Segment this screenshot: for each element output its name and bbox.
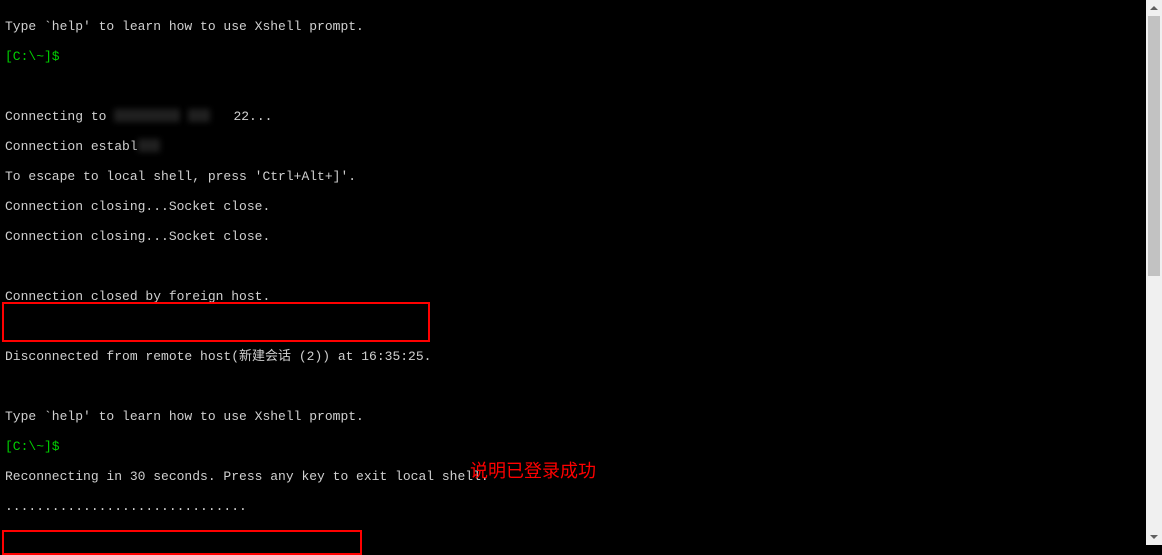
terminal-line: Connection closing...Socket close. <box>5 199 1141 214</box>
terminal-line: Type `help' to learn how to use Xshell p… <box>5 19 1141 34</box>
terminal-line: Connection closing...Socket close. <box>5 229 1141 244</box>
redacted-block <box>114 109 180 122</box>
redacted-block <box>138 139 160 152</box>
blank-line <box>5 319 1141 334</box>
text-fragment: Connecting to <box>5 109 114 124</box>
blank-line <box>5 79 1141 94</box>
vertical-scrollbar[interactable] <box>1146 0 1162 545</box>
text-fragment: Connection establ <box>5 139 138 154</box>
text-fragment: 22... <box>233 109 272 124</box>
chevron-up-icon <box>1150 6 1158 10</box>
annotation-login-success: 说明已登录成功 <box>470 464 596 479</box>
blank-line <box>5 379 1141 394</box>
terminal-line: Connection closed by foreign host. <box>5 289 1141 304</box>
scrollbar-down-button[interactable] <box>1146 529 1162 545</box>
terminal-line: ............................... <box>5 499 1141 514</box>
terminal-line: Disconnected from remote host(新建会话 (2)) … <box>5 349 1141 364</box>
prompt-line: [C:\~]$ <box>5 49 1141 64</box>
terminal-line: Connection establ <box>5 139 1141 154</box>
prompt-line: [C:\~]$ <box>5 439 1141 454</box>
blank-line <box>5 259 1141 274</box>
blank-line <box>5 529 1141 544</box>
terminal-line: Type `help' to learn how to use Xshell p… <box>5 409 1141 424</box>
redacted-block <box>188 109 210 122</box>
terminal-line: Connecting to 22... <box>5 109 1141 124</box>
scrollbar-thumb[interactable] <box>1148 16 1160 276</box>
chevron-down-icon <box>1150 535 1158 539</box>
scrollbar-up-button[interactable] <box>1146 0 1162 16</box>
terminal-line: To escape to local shell, press 'Ctrl+Al… <box>5 169 1141 184</box>
